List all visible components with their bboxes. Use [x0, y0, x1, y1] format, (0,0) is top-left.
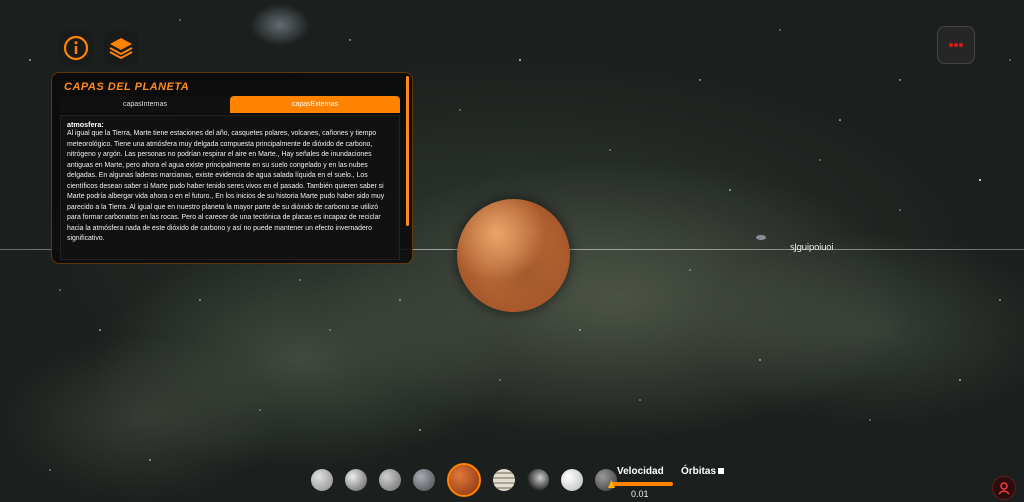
planet-layers-panel: CAPAS DEL PLANETA capasInternas capasExt…: [51, 72, 413, 264]
planet-button-3[interactable]: [379, 469, 401, 491]
planet-selector: [305, 460, 623, 500]
moon[interactable]: [756, 235, 766, 240]
scrollbar[interactable]: [406, 76, 409, 226]
orbits-checkbox[interactable]: [718, 468, 725, 475]
section-heading: atmosfera:: [67, 120, 104, 129]
velocity-value: 0.01: [631, 489, 649, 499]
velocity-label: Velocidad: [617, 466, 664, 477]
planet-button-2[interactable]: [345, 469, 367, 491]
tab-capas-internas[interactable]: capasInternas: [60, 96, 230, 113]
planet-button-4[interactable]: [413, 469, 435, 491]
user-button[interactable]: [992, 476, 1016, 500]
planet-button-mars[interactable]: [447, 463, 481, 497]
planet-button-8[interactable]: [561, 469, 583, 491]
planet-button-6[interactable]: [493, 469, 515, 491]
panel-title: CAPAS DEL PLANETA: [64, 81, 190, 93]
velocity-slider[interactable]: [611, 482, 673, 486]
info-button[interactable]: [59, 31, 93, 65]
nebula: [240, 0, 320, 60]
planet-button-1[interactable]: [311, 469, 333, 491]
layers-button[interactable]: [104, 31, 138, 65]
layer-tabs: capasInternas capasExternas: [60, 96, 400, 113]
layers-icon: [109, 38, 133, 60]
mars-planet[interactable]: [457, 199, 570, 312]
orbit-label: sJguipoiuoi: [790, 243, 834, 253]
section-text: Al igual que la Tierra, Marte tiene esta…: [67, 130, 385, 242]
more-menu-button[interactable]: [937, 26, 975, 64]
tab-capas-externas[interactable]: capasExternas: [230, 96, 400, 113]
info-icon: [63, 35, 89, 61]
orbits-label: Órbitas: [681, 466, 717, 477]
user-icon: [998, 482, 1010, 495]
orbits-toggle[interactable]: Órbitas: [681, 466, 725, 477]
planet-button-7[interactable]: [527, 469, 549, 491]
layer-content[interactable]: atmosfera: Al igual que la Tierra, Marte…: [60, 115, 400, 260]
more-dots-icon: [949, 43, 963, 47]
